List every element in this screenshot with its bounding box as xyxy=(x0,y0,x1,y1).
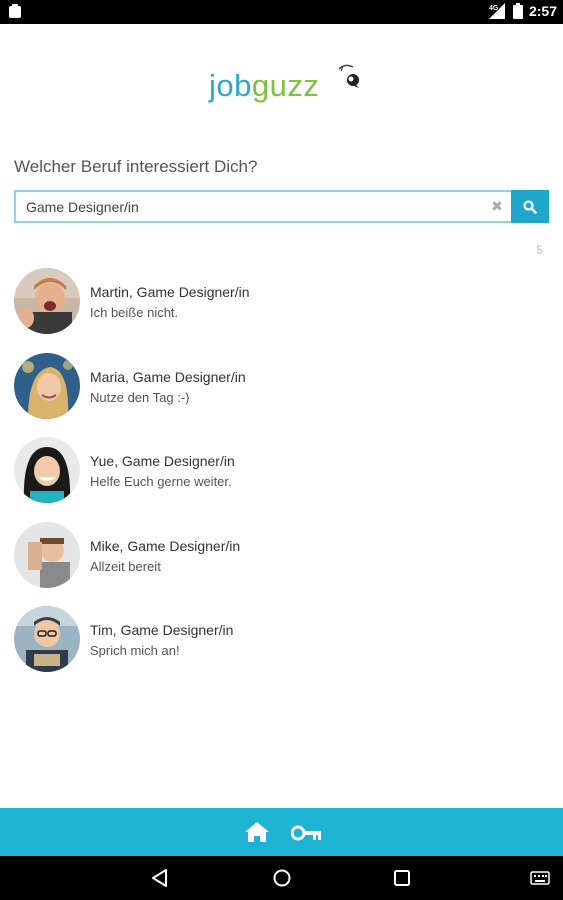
signal-icon: 4G xyxy=(488,3,505,19)
avatar xyxy=(14,268,80,334)
speech-bubble-icon xyxy=(338,64,359,88)
person-name: Mike, Game Designer/in xyxy=(90,537,241,554)
svg-text:4G: 4G xyxy=(489,5,499,12)
recents-icon[interactable] xyxy=(393,869,411,887)
avatar xyxy=(14,606,80,672)
list-item[interactable]: Martin, Game Designer/in Ich beiße nicht… xyxy=(14,268,544,353)
jobguzz-logo: jobguzz xyxy=(209,60,369,110)
list-item[interactable]: Yue, Game Designer/in Helfe Euch gerne w… xyxy=(14,437,544,522)
avatar xyxy=(14,437,80,503)
status-bar: 4G 2:57 xyxy=(0,0,563,24)
list-item[interactable]: Tim, Game Designer/in Sprich mich an! xyxy=(14,606,544,691)
person-message: Allzeit bereit xyxy=(90,558,161,574)
notification-icon xyxy=(9,4,21,18)
back-icon[interactable] xyxy=(150,868,170,888)
search-button[interactable] xyxy=(511,190,549,223)
results-list: Martin, Game Designer/in Ich beiße nicht… xyxy=(14,268,544,691)
person-message: Helfe Euch gerne weiter. xyxy=(90,474,232,489)
person-message: Sprich mich an! xyxy=(90,643,180,658)
avatar xyxy=(14,352,80,419)
system-nav-bar xyxy=(0,856,563,900)
battery-icon xyxy=(512,3,523,19)
search-bar: ✖ xyxy=(14,190,549,223)
person-name: Martin, Game Designer/in xyxy=(90,284,250,300)
person-name: Tim, Game Designer/in xyxy=(90,622,234,638)
person-name: Yue, Game Designer/in xyxy=(90,453,235,469)
bottom-app-bar xyxy=(0,808,563,856)
list-item[interactable]: Maria, Game Designer/in Nutze den Tag :-… xyxy=(14,352,544,438)
person-name: Maria, Game Designer/in xyxy=(90,368,246,385)
list-item[interactable]: Mike, Game Designer/in Allzeit bereit xyxy=(14,521,544,607)
home-icon[interactable] xyxy=(244,821,270,843)
person-message: Ich beiße nicht. xyxy=(90,305,179,320)
result-count: 5 xyxy=(536,243,543,257)
search-icon xyxy=(523,199,537,214)
status-time: 2:57 xyxy=(528,3,557,19)
logo-wordmark: jobguzz xyxy=(209,68,320,103)
search-input[interactable] xyxy=(14,190,511,223)
keyboard-icon[interactable] xyxy=(530,870,550,886)
avatar xyxy=(14,521,80,588)
clear-search-button[interactable]: ✖ xyxy=(489,198,505,214)
key-icon[interactable] xyxy=(291,824,323,842)
person-message: Nutze den Tag :-) xyxy=(90,389,190,405)
home-circle-icon[interactable] xyxy=(272,868,292,888)
question-heading: Welcher Beruf interessiert Dich? xyxy=(14,157,258,176)
